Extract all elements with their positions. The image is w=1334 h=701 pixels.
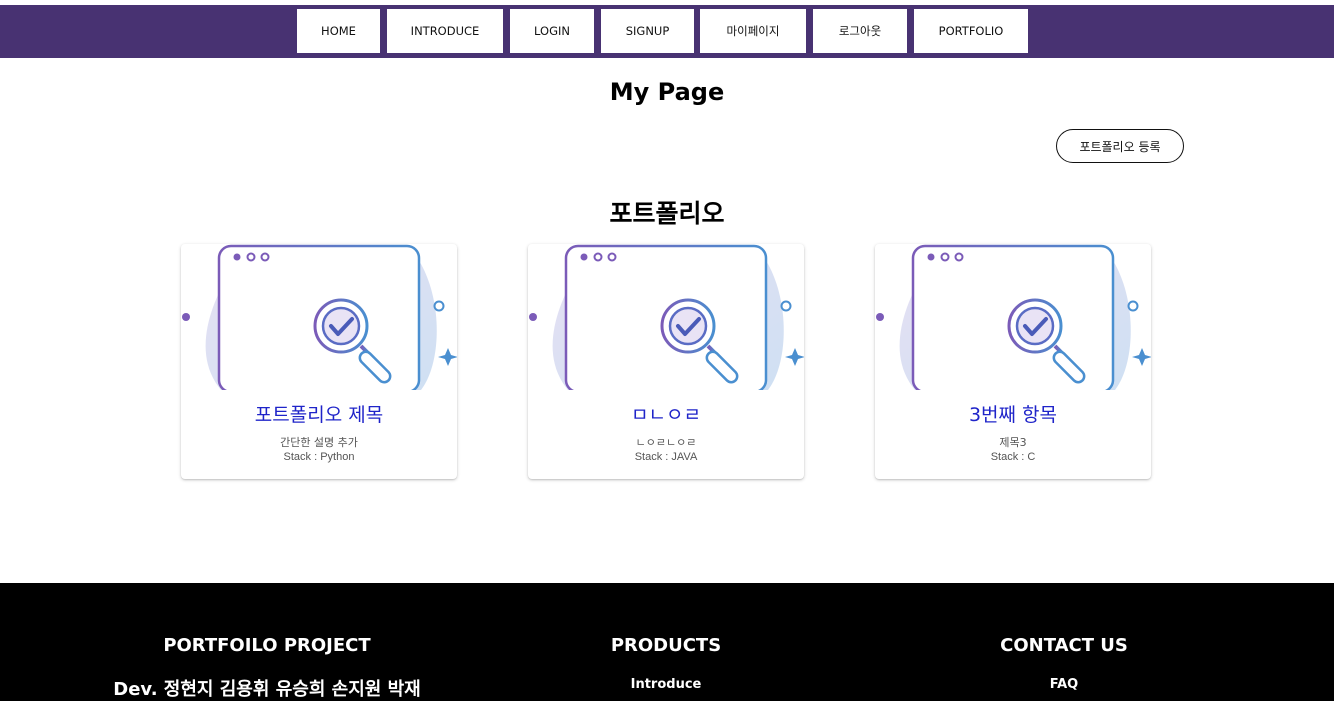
portfolio-card[interactable]: 포트폴리오 제목 간단한 설명 추가 Stack : Python <box>181 244 457 479</box>
nav-portfolio-button[interactable]: PORTFOLIO <box>914 9 1028 53</box>
card-description: 제목3 <box>999 436 1027 449</box>
portfolio-card-image <box>876 244 1151 390</box>
portfolio-card-image <box>529 244 804 390</box>
footer-developers: Dev. 정현지 김용휘 유승희 손지원 박재 <box>113 679 421 700</box>
card-stack: Stack : JAVA <box>634 451 698 463</box>
nav-signup-button[interactable]: SIGNUP <box>601 9 694 53</box>
navbar: HOME INTRODUCE LOGIN SIGNUP 마이페이지 로그아웃 P… <box>0 5 1334 58</box>
footer-introduce-link[interactable]: Introduce <box>566 677 766 692</box>
portfolio-card[interactable]: 3번째 항목 제목3 Stack : C <box>875 244 1151 479</box>
footer-contact-heading: CONTACT US <box>1000 635 1128 656</box>
footer: PORTFOILO PROJECT Dev. 정현지 김용휘 유승희 손지원 박… <box>0 583 1334 701</box>
card-description: ㄴㅇㄹㄴㅇㄹ <box>635 436 697 449</box>
portfolio-section-title: 포트폴리오 <box>609 199 725 228</box>
footer-products-heading: PRODUCTS <box>610 635 722 656</box>
card-stack: Stack : C <box>990 451 1036 463</box>
nav-home-button[interactable]: HOME <box>297 9 380 53</box>
card-stack: Stack : Python <box>283 451 355 463</box>
portfolio-card[interactable]: ㅁㄴㅇㄹ ㄴㅇㄹㄴㅇㄹ Stack : JAVA <box>528 244 804 479</box>
register-portfolio-button[interactable]: 포트폴리오 등록 <box>1056 129 1184 163</box>
card-title: 포트폴리오 제목 <box>254 404 384 426</box>
nav-mypage-button[interactable]: 마이페이지 <box>700 9 806 53</box>
nav-logout-button[interactable]: 로그아웃 <box>813 9 907 53</box>
footer-project-heading: PORTFOILO PROJECT <box>163 635 371 656</box>
card-title: 3번째 항목 <box>968 404 1058 426</box>
card-title: ㅁㄴㅇㄹ <box>631 404 701 426</box>
nav-introduce-button[interactable]: INTRODUCE <box>387 9 503 53</box>
footer-faq-link[interactable]: FAQ <box>964 677 1164 692</box>
nav-login-button[interactable]: LOGIN <box>510 9 594 53</box>
card-description: 간단한 설명 추가 <box>280 436 358 449</box>
portfolio-card-image <box>182 244 457 390</box>
page-title: My Page <box>609 78 725 106</box>
